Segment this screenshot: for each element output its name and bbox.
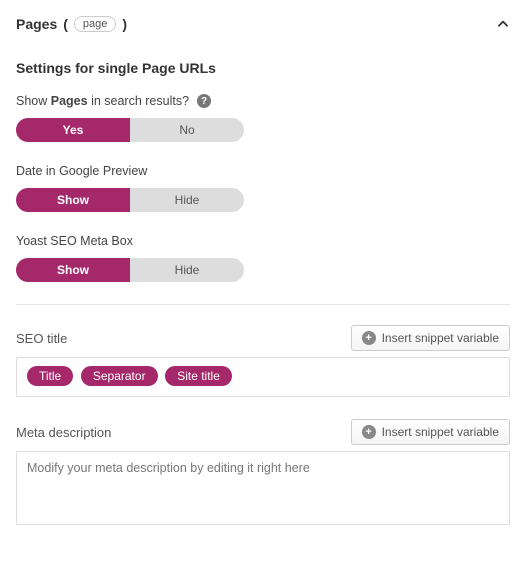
toggle-date-preview[interactable]: Show Hide [16,188,244,212]
toggle-option-hide[interactable]: Hide [130,188,244,212]
insert-snippet-variable-button[interactable]: + Insert snippet variable [351,325,510,351]
setting-label-show-in-search: Show Pages in search results? ? [16,94,510,108]
post-type-slug: page [83,18,107,30]
meta-description-placeholder: Modify your meta description by editing … [27,461,310,475]
meta-description-block: Meta description + Insert snippet variab… [16,419,510,525]
toggle-option-show[interactable]: Show [16,258,130,282]
setting-show-in-search: Show Pages in search results? ? Yes No [16,94,510,142]
divider [16,304,510,305]
meta-description-input[interactable]: Modify your meta description by editing … [16,451,510,525]
seo-title-block: SEO title + Insert snippet variable Titl… [16,325,510,397]
insert-snippet-label: Insert snippet variable [382,425,499,439]
setting-label-meta-box: Yoast SEO Meta Box [16,234,510,248]
label-date-preview: Date in Google Preview [16,164,147,178]
snippet-variable-separator[interactable]: Separator [81,366,158,386]
setting-meta-box: Yoast SEO Meta Box Show Hide [16,234,510,282]
section-title: Pages ( page ) [16,16,127,32]
plus-icon: + [362,331,376,345]
toggle-option-no[interactable]: No [130,118,244,142]
plus-icon: + [362,425,376,439]
seo-title-input[interactable]: Title Separator Site title [16,357,510,397]
setting-label-date-preview: Date in Google Preview [16,164,510,178]
post-type-badge: page [74,16,116,32]
label-bold: Pages [51,94,88,108]
insert-snippet-variable-button[interactable]: + Insert snippet variable [351,419,510,445]
help-icon[interactable]: ? [197,94,211,108]
settings-subheading: Settings for single Page URLs [16,60,510,76]
toggle-option-show[interactable]: Show [16,188,130,212]
toggle-option-hide[interactable]: Hide [130,258,244,282]
seo-title-label: SEO title [16,331,67,346]
toggle-meta-box[interactable]: Show Hide [16,258,244,282]
insert-snippet-label: Insert snippet variable [382,331,499,345]
section-header[interactable]: Pages ( page ) [16,16,510,32]
label-meta-box: Yoast SEO Meta Box [16,234,133,248]
snippet-variable-site-title[interactable]: Site title [165,366,232,386]
bracket-close: ) [122,16,127,32]
snippet-variable-title[interactable]: Title [27,366,73,386]
seo-title-header: SEO title + Insert snippet variable [16,325,510,351]
meta-description-label: Meta description [16,425,111,440]
label-prefix: Show [16,94,51,108]
toggle-show-in-search[interactable]: Yes No [16,118,244,142]
label-suffix: in search results? [88,94,189,108]
toggle-option-yes[interactable]: Yes [16,118,130,142]
meta-description-header: Meta description + Insert snippet variab… [16,419,510,445]
chevron-up-icon[interactable] [496,17,510,31]
section-title-text: Pages [16,16,57,32]
setting-date-preview: Date in Google Preview Show Hide [16,164,510,212]
bracket-open: ( [63,16,68,32]
